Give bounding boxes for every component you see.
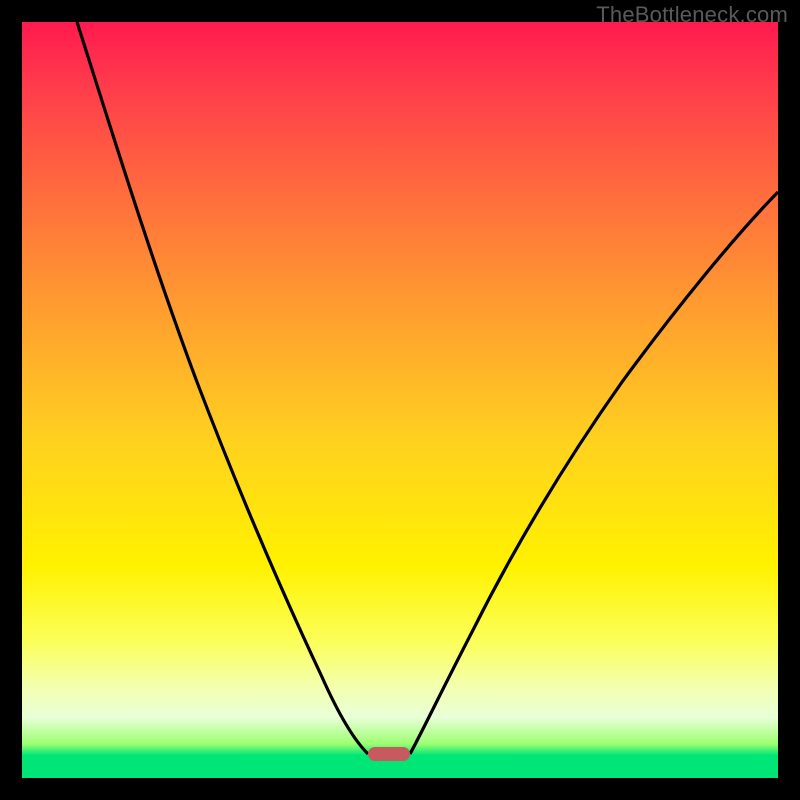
optimal-range-marker bbox=[368, 747, 410, 761]
right-curve bbox=[410, 192, 778, 754]
watermark-text: TheBottleneck.com bbox=[596, 2, 788, 28]
left-curve bbox=[77, 22, 368, 754]
bottleneck-curves bbox=[22, 22, 778, 778]
plot-area bbox=[22, 22, 778, 778]
